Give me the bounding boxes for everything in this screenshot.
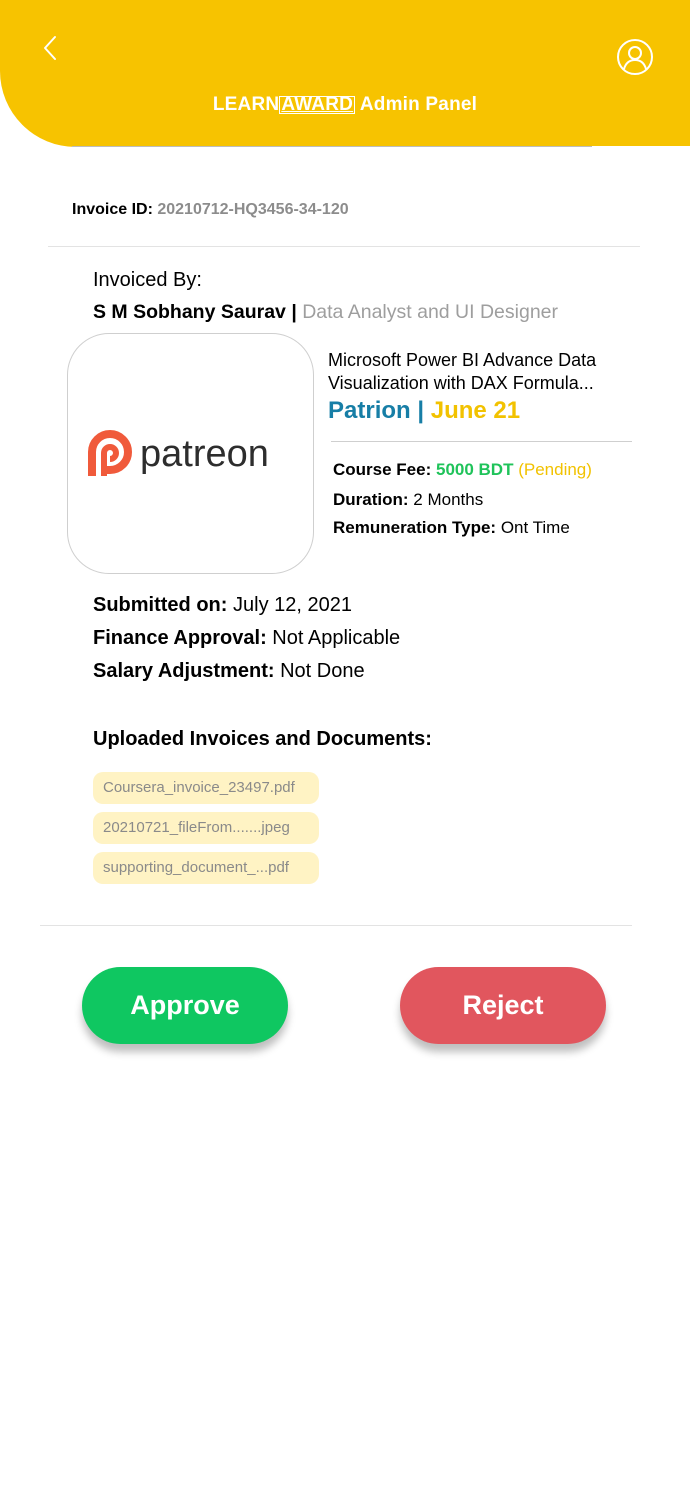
remuneration-type: Remuneration Type: Ont Time <box>333 518 570 538</box>
finance-value: Not Applicable <box>272 627 401 649</box>
invoice-id: Invoice ID: 20210712-HQ3456-34-120 <box>72 201 349 219</box>
chevron-left-icon <box>44 36 56 60</box>
submitted-value: July 12, 2021 <box>233 594 352 616</box>
invoiced-by-label: Invoiced By: <box>93 269 202 291</box>
invoicer-role: Data Analyst and UI Designer <box>302 301 559 323</box>
provider-separator: | <box>417 397 425 424</box>
back-button[interactable] <box>34 32 66 64</box>
invoicer-name: S M Sobhany Saurav <box>93 301 286 323</box>
profile-button[interactable] <box>616 38 654 76</box>
course-fee-value: 5000 BDT <box>435 460 514 479</box>
title-suffix: Admin Panel <box>359 94 478 115</box>
reject-label: Reject <box>462 990 544 1020</box>
divider <box>40 925 632 926</box>
salary-label: Salary Adjustment: <box>93 660 275 682</box>
uploads-heading: Uploaded Invoices and Documents: <box>93 728 432 750</box>
salary-value: Not Done <box>280 660 365 682</box>
user-circle-icon <box>617 39 653 75</box>
course-duration: Duration: 2 Months <box>333 490 483 510</box>
course-fee-label: Course Fee: <box>333 460 432 479</box>
duration-label: Duration: <box>333 490 409 509</box>
finance-approval: Finance Approval: Not Applicable <box>93 627 400 650</box>
provider-name: Patrion <box>328 397 411 424</box>
salary-adjustment: Salary Adjustment: Not Done <box>93 660 365 683</box>
file-chip[interactable]: Coursera_invoice_23497.pdf <box>93 772 319 804</box>
submitted-on: Submitted on: July 12, 2021 <box>93 594 352 617</box>
patreon-logo: patreon <box>87 429 269 476</box>
course-fee-status: (Pending) <box>518 460 592 479</box>
page-title: LEARN AWARD Admin Panel <box>0 94 690 116</box>
provider-date: June 21 <box>430 397 521 424</box>
invoiced-by: S M Sobhany Saurav | Data Analyst and UI… <box>93 301 558 324</box>
title-brand: AWARD <box>279 94 356 115</box>
header-corner-decoration <box>590 146 690 194</box>
header-background <box>0 0 690 147</box>
svg-text:patreon: patreon <box>140 433 269 475</box>
remuneration-value: Ont Time <box>500 518 570 537</box>
reject-button[interactable]: Reject <box>400 967 606 1044</box>
course-provider: Patrion | June 21 <box>328 397 520 425</box>
course-fee: Course Fee: 5000 BDT (Pending) <box>333 460 592 480</box>
divider <box>48 246 640 247</box>
course-logo-card: patreon <box>67 333 314 574</box>
title-prefix: LEARN <box>212 94 280 115</box>
invoicer-separator: | <box>291 301 297 323</box>
duration-value: 2 Months <box>413 490 484 509</box>
invoice-id-label: Invoice ID: <box>72 201 153 218</box>
approve-label: Approve <box>130 990 240 1020</box>
remuneration-label: Remuneration Type: <box>333 518 497 537</box>
invoice-id-value: 20210712-HQ3456-34-120 <box>157 201 349 218</box>
approve-button[interactable]: Approve <box>82 967 288 1044</box>
header-divider <box>72 146 592 147</box>
course-title: Microsoft Power BI Advance Data Visualiz… <box>328 350 597 393</box>
course-divider <box>331 441 632 442</box>
finance-label: Finance Approval: <box>93 627 267 649</box>
file-chip[interactable]: supporting_document_...pdf <box>93 852 319 884</box>
file-chip[interactable]: 20210721_fileFrom.......jpeg <box>93 812 319 844</box>
submitted-label: Submitted on: <box>93 594 228 616</box>
